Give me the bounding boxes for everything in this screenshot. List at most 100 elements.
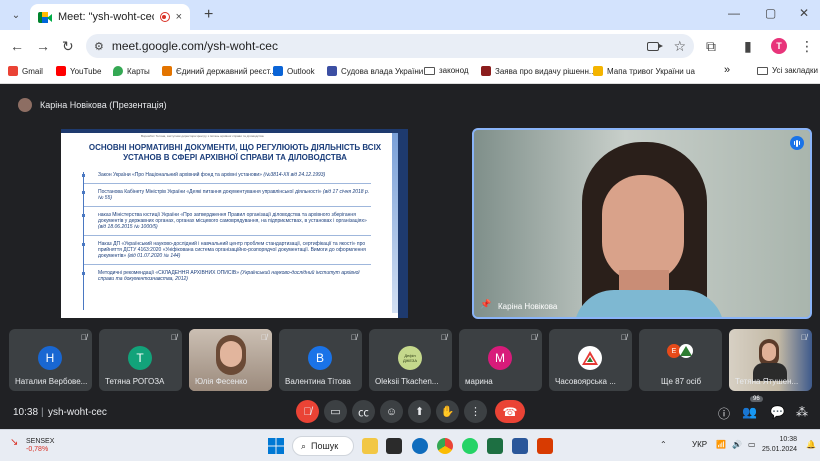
presenter-avatar	[18, 98, 32, 112]
emoji-button[interactable]: ☺	[380, 400, 403, 423]
slide-item: Наказ ДП «Український науково-дослідний …	[82, 241, 371, 259]
speaking-indicator-icon	[790, 136, 804, 150]
leave-call-button[interactable]: ☎	[495, 400, 525, 423]
bookmark-registry[interactable]: Єдиний державний реєст...	[162, 66, 276, 76]
stock-change: -0,78%	[26, 446, 49, 453]
battery-icon[interactable]: ▭	[748, 440, 756, 449]
input-language[interactable]: УКР	[692, 440, 707, 449]
volume-icon[interactable]: 🔊	[732, 440, 742, 449]
more-participants-tile[interactable]: E Ще 87 осіб	[639, 329, 722, 391]
tab-search-icon[interactable]: ⌄	[8, 7, 24, 23]
side-panel-icon[interactable]: ▮	[744, 38, 752, 54]
participant-name: Наталия Вербове...	[15, 377, 88, 386]
google-meet-icon	[38, 11, 52, 23]
wifi-icon[interactable]: 📶	[716, 440, 726, 449]
participant-tile[interactable]: 🎙̸ Дефін ДЖЕЗА Oleksii Tkachen...	[369, 329, 452, 391]
speaker-tile[interactable]: 📌 Каріна Новікова	[472, 128, 812, 319]
mic-off-icon: 🎙̸	[171, 333, 177, 342]
notifications-icon[interactable]: 🔔	[806, 440, 816, 449]
activities-icon[interactable]: ⁂	[796, 405, 808, 419]
presentation-slide[interactable]: Ворожбит Тетяна, заступник директора Цен…	[61, 129, 408, 318]
pin-icon[interactable]: 📌	[480, 299, 491, 310]
participant-name: Oleksii Tkachen...	[375, 377, 439, 386]
new-tab-button[interactable]: +	[204, 6, 213, 24]
maximize-button[interactable]: ▢	[765, 6, 776, 20]
people-icon[interactable]: 👥	[742, 405, 757, 419]
slide-separator	[84, 264, 371, 265]
dev-app-icon[interactable]	[386, 438, 402, 454]
participant-name: Тетяна РОГОЗА	[105, 377, 165, 386]
info-icon[interactable]: ⓘ	[718, 405, 730, 422]
participant-tile[interactable]: 🎙̸ Н Наталия Вербове...	[9, 329, 92, 391]
office-app-icon[interactable]	[537, 438, 553, 454]
extensions-icon[interactable]: ⧉	[706, 38, 716, 54]
file-explorer-icon[interactable]	[362, 438, 378, 454]
bookmark-court[interactable]: Судова влада України	[327, 66, 423, 76]
folder-icon	[757, 66, 768, 75]
mic-off-icon: 🎙̸	[801, 333, 807, 342]
close-window-button[interactable]: ✕	[799, 6, 809, 20]
stock-widget[interactable]: ↘ SENSEX -0,78%	[10, 438, 54, 454]
menu-icon[interactable]: ⋮	[800, 38, 814, 54]
tray-chevron-icon[interactable]: ⌃	[660, 440, 667, 449]
slide-top-bar	[61, 129, 408, 133]
slide-item: Постанова Кабінету Міністрів України «Де…	[82, 189, 371, 201]
recording-icon	[159, 12, 170, 22]
camera-button[interactable]: ▭	[324, 400, 347, 423]
more-options-button[interactable]: ⋮	[464, 400, 487, 423]
tab-title: Meet: "ysh-woht-cec"	[58, 11, 154, 23]
site-info-icon[interactable]: ⚙	[94, 40, 104, 53]
chat-icon[interactable]: 💬	[770, 405, 785, 419]
bookmark-alert-map[interactable]: Мапа тривог України ua	[593, 66, 695, 76]
mic-off-button[interactable]: 🎙̸	[296, 400, 319, 423]
application-icon	[481, 66, 491, 76]
folder-icon	[424, 66, 435, 75]
bookmark-application[interactable]: Заява про видачу рішенн...	[481, 66, 596, 76]
registry-icon	[162, 66, 172, 76]
bookmarks-overflow-icon[interactable]: »	[724, 64, 730, 76]
excel-icon[interactable]	[487, 438, 503, 454]
present-button[interactable]: ⬆	[408, 400, 431, 423]
court-icon	[327, 66, 337, 76]
mic-off-icon: 🎙̸	[81, 333, 87, 342]
windows-start-icon[interactable]	[268, 438, 284, 454]
browser-tab[interactable]: Meet: "ysh-woht-cec" ×	[30, 4, 190, 30]
edge-icon[interactable]	[412, 438, 428, 454]
chrome-icon[interactable]	[437, 438, 453, 454]
raise-hand-button[interactable]: ✋	[436, 400, 459, 423]
participant-tile[interactable]: 🎙̸ Юлія Фесенко	[189, 329, 272, 391]
participant-tile[interactable]: 🎙̸ Тетяна Ятушен...	[729, 329, 812, 391]
participant-tile[interactable]: 🎙̸ В Валентина Тітова	[279, 329, 362, 391]
bookmark-star-icon[interactable]: ☆	[673, 38, 686, 55]
taskbar-search[interactable]: ⌕ Пошук	[292, 436, 354, 456]
bookmark-folder-zakonod[interactable]: законод	[424, 66, 469, 75]
word-icon[interactable]	[512, 438, 528, 454]
bookmarks-bar: Gmail YouTube Карты Єдиний державний реє…	[0, 62, 820, 84]
participant-tile[interactable]: 🎙̸ М марина	[459, 329, 542, 391]
tab-close-icon[interactable]: ×	[176, 11, 182, 23]
presenter-label: Каріна Новікова (Презентація)	[40, 100, 167, 110]
browser-toolbar: ← → ↻ ⚙ meet.google.com/ysh-woht-cec ☆ ⧉…	[0, 30, 820, 62]
reload-icon[interactable]: ↻	[62, 38, 74, 54]
bookmark-youtube[interactable]: YouTube	[56, 66, 101, 76]
bookmark-outlook[interactable]: Outlook	[273, 66, 315, 76]
back-icon[interactable]: ←	[10, 38, 24, 54]
address-bar[interactable]: ⚙ meet.google.com/ysh-woht-cec ☆	[86, 34, 694, 58]
bookmark-all[interactable]: Усі закладки	[757, 66, 818, 75]
camera-icon[interactable]	[647, 41, 664, 51]
captions-button[interactable]: ㏄	[352, 400, 375, 423]
presentation-header: Каріна Новікова (Презентація)	[18, 98, 167, 112]
profile-avatar[interactable]: T	[771, 38, 787, 54]
participant-avatar: М	[488, 346, 512, 370]
whatsapp-icon[interactable]	[462, 438, 478, 454]
bookmark-maps[interactable]: Карты	[113, 66, 150, 76]
participant-tile[interactable]: 🎙̸ Часовоярська ...	[549, 329, 632, 391]
minimize-button[interactable]: —	[728, 6, 740, 20]
participant-tile[interactable]: 🎙̸ Т Тетяна РОГОЗА	[99, 329, 182, 391]
bookmark-gmail[interactable]: Gmail	[8, 66, 43, 76]
slide-item: Методичні рекомендації «СКЛАДЕННЯ АРХІВН…	[82, 270, 371, 282]
time-separator: |	[41, 407, 44, 418]
taskbar-clock[interactable]: 10:38 25.01.2024	[762, 435, 797, 455]
meet-control-bar: 10:38 | ysh-woht-cec 🎙̸ ▭ ㏄ ☺ ⬆ ✋ ⋮ ☎ ⓘ …	[0, 396, 820, 429]
forward-icon[interactable]: →	[36, 38, 50, 54]
